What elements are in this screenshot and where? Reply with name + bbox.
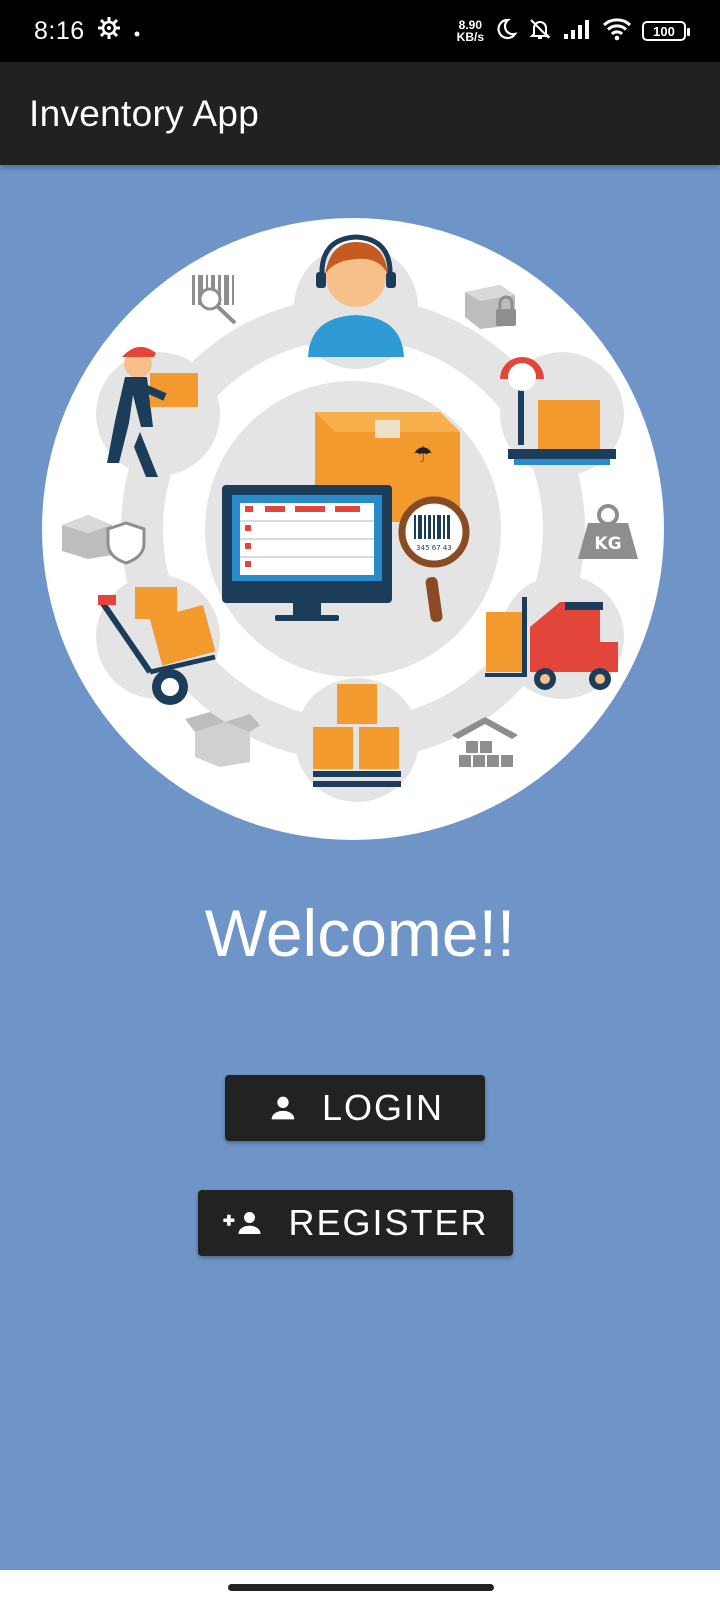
settings-gear-icon [97,16,121,47]
bell-muted-icon [528,17,552,46]
cell-signal-icon [562,18,592,45]
login-label: LOGIN [321,1087,445,1128]
battery-icon: 100 [642,21,690,41]
welcome-heading: Welcome!! [204,896,516,970]
battery-level: 100 [653,23,675,39]
network-speed: 8.90 KB/s [457,19,484,43]
app-title: Inventory App [29,92,260,134]
svg-text:☂: ☂ [413,443,433,468]
network-speed-unit: KB/s [456,30,484,44]
barcode-number: 345 67 43 [416,544,452,552]
moon-icon [494,17,518,46]
register-button[interactable]: REGISTER [198,1190,513,1256]
notification-dot-icon [133,17,141,45]
login-button[interactable]: LOGIN [225,1075,485,1141]
status-time: 8:16 [34,16,85,45]
app-bar: Inventory App [0,62,720,165]
gesture-handle[interactable] [228,1584,494,1591]
inventory-illustration: ☂ 345 67 43 KG [40,217,666,841]
status-left: 8:16 [34,16,141,47]
register-label: REGISTER [288,1202,489,1243]
locked-box-icon [465,285,516,329]
wifi-icon [602,17,632,46]
kg-label: KG [594,534,621,554]
status-right: 8.90 KB/s 100 [457,17,690,46]
person-add-icon [222,1206,266,1240]
center-monitor-icon [222,485,392,621]
status-bar: 8:16 8.90 KB/s 100 [0,0,720,62]
person-icon [266,1091,300,1125]
